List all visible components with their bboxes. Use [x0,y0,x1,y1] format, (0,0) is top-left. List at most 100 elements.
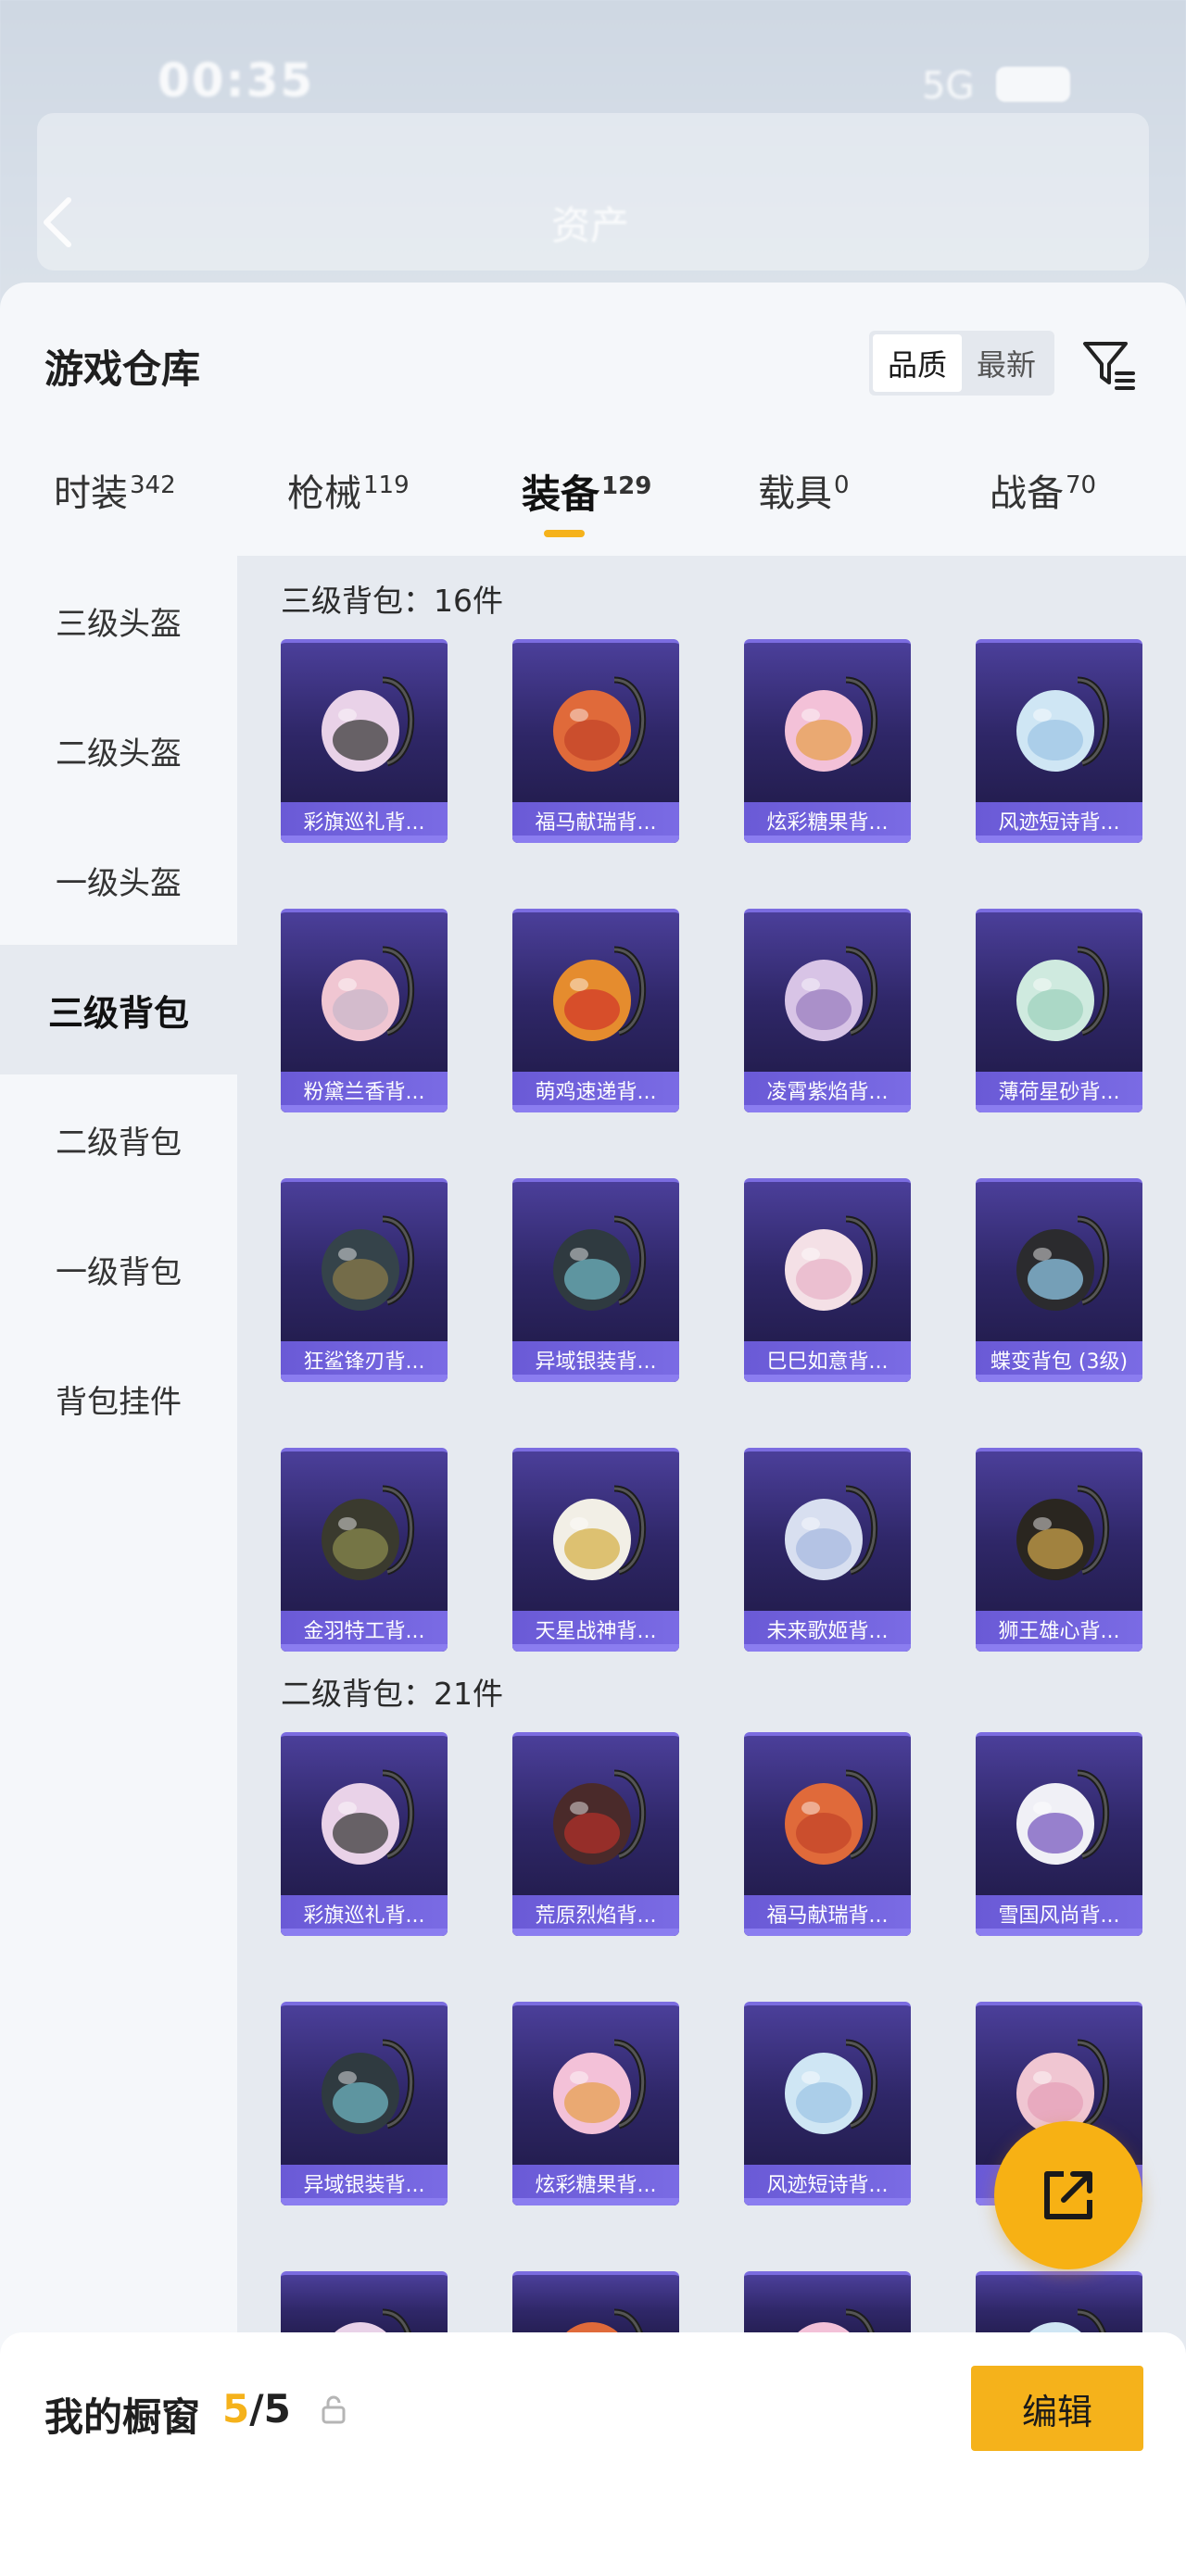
item-name: 金羽特工背... [281,1611,448,1648]
tab-count: 0 [834,471,850,499]
quality-bar [281,836,448,843]
item-name: 粉黛兰香背... [281,1072,448,1109]
sidebar-item-helmet-1[interactable]: 一级头盔 [0,815,237,945]
item-card[interactable]: 粉黛兰香背... [281,909,448,1112]
quality-bar [512,2198,679,2205]
item-name: 风迹短诗背... [744,2165,911,2202]
item-card[interactable]: 未来歌姬背... [744,1448,911,1652]
item-name: 风迹短诗背... [976,802,1142,839]
tab-vehicles[interactable]: 载具0 [758,463,850,547]
backpack-icon [976,1182,1142,1341]
tab-fashion[interactable]: 时装342 [54,463,176,547]
quality-bar [976,836,1142,843]
quality-bar [976,1105,1142,1112]
item-card[interactable]: 异域银装背... [281,2002,448,2205]
quality-bar [512,836,679,843]
item-card[interactable]: 天星战神背... [512,1448,679,1652]
share-button[interactable] [994,2121,1142,2269]
backpack-icon [512,643,679,802]
tab-guns[interactable]: 枪械119 [287,463,410,547]
item-card[interactable]: 狮王雄心背... [976,1448,1142,1652]
item-card[interactable]: 炫彩糖果背... [512,2002,679,2205]
item-card[interactable]: 蝶变背包 (3级) [976,1178,1142,1382]
showcase-bar: 我的橱窗 5/5 编辑 [0,2332,1186,2576]
item-name: 炫彩糖果背... [512,2165,679,2202]
backpack-icon [512,1736,679,1895]
showcase-count: 5/5 [222,2386,291,2431]
battery-icon [996,67,1070,102]
item-card[interactable]: 狂鲨锋刃背... [281,1178,448,1382]
item-name: 异域银装背... [512,1341,679,1378]
backpack-icon [744,1182,911,1341]
edit-button[interactable]: 编辑 [971,2366,1143,2451]
category-tabs: 时装342 枪械119 装备129 载具0 战备70 [0,463,1186,556]
quality-bar [281,1375,448,1382]
item-name: 薄荷星砂背... [976,1072,1142,1109]
item-name: 狂鲨锋刃背... [281,1341,448,1378]
item-card[interactable]: 彩旗巡礼背... [281,639,448,843]
backpack-icon [512,2005,679,2165]
quality-bar [744,836,911,843]
item-name: 福马献瑞背... [744,1895,911,1932]
backpack-icon [976,1736,1142,1895]
tab-supplies[interactable]: 战备70 [990,463,1096,547]
item-card[interactable]: 炫彩糖果背... [744,639,911,843]
item-card[interactable]: 风迹短诗背... [744,2002,911,2205]
tab-label: 枪械 [287,472,361,515]
backpack-icon [281,1451,448,1611]
sort-quality-button[interactable]: 品质 [873,334,962,392]
item-card[interactable]: 彩旗巡礼背... [281,1732,448,1936]
item-card[interactable]: 福马献瑞背... [512,639,679,843]
item-card[interactable]: 风迹短诗背... [976,639,1142,843]
item-name: 福马献瑞背... [512,802,679,839]
item-card[interactable]: 福马献瑞背... [744,1732,911,1936]
item-card[interactable]: 异域银装背... [512,1178,679,1382]
tab-label: 装备 [522,471,600,517]
quality-bar [512,1929,679,1936]
item-grid: 三级背包：16件 二级背包：21件 彩旗巡礼背... 福马献瑞背... 炫彩糖果背.… [237,556,1186,2576]
item-name: 彩旗巡礼背... [281,1895,448,1932]
back-button[interactable] [37,195,93,250]
quality-bar [976,1375,1142,1382]
section-title: 三级背包：16件 [281,583,503,619]
status-time: 00:35 [158,54,315,107]
quality-bar [744,1929,911,1936]
item-card[interactable]: 雪国风尚背... [976,1732,1142,1936]
item-card[interactable]: 薄荷星砂背... [976,909,1142,1112]
backpack-icon [976,912,1142,1072]
item-card[interactable]: 凌霄紫焰背... [744,909,911,1112]
item-name: 未来歌姬背... [744,1611,911,1648]
item-card[interactable]: 金羽特工背... [281,1448,448,1652]
backpack-icon [744,1451,911,1611]
sidebar-item-pendant[interactable]: 背包挂件 [0,1334,237,1464]
category-sidebar: 三级头盔 二级头盔 一级头盔 三级背包 二级背包 一级背包 背包挂件 [0,556,237,2576]
backpack-icon [512,1182,679,1341]
quality-bar [281,2198,448,2205]
quality-bar [281,1929,448,1936]
quality-bar [976,1929,1142,1936]
item-name: 巳巳如意背... [744,1341,911,1378]
tab-equipment[interactable]: 装备129 [522,463,651,547]
showcase-used-count: 5 [222,2386,250,2431]
sort-newest-button[interactable]: 最新 [962,334,1051,392]
quality-bar [744,1375,911,1382]
sidebar-item-backpack-2[interactable]: 二级背包 [0,1074,237,1204]
tab-active-indicator [544,530,585,537]
sidebar-item-backpack-1[interactable]: 一级背包 [0,1204,237,1334]
tab-count: 70 [1066,471,1097,499]
warehouse-sheet: 游戏仓库 品质 最新 时装342 枪械119 装备129 载具0 战备70 三级… [0,283,1186,2576]
sidebar-item-helmet-3[interactable]: 三级头盔 [0,556,237,685]
item-card[interactable]: 萌鸡速递背... [512,909,679,1112]
backpack-icon [744,912,911,1072]
filter-button[interactable] [1079,331,1139,396]
share-icon [1044,2171,1092,2219]
item-card[interactable]: 巳巳如意背... [744,1178,911,1382]
sidebar-item-backpack-3[interactable]: 三级背包 [0,945,237,1074]
backpack-icon [976,1451,1142,1611]
item-card[interactable]: 荒原烈焰背... [512,1732,679,1936]
sidebar-item-helmet-2[interactable]: 二级头盔 [0,685,237,815]
filter-icon [1083,342,1135,390]
warehouse-title: 游戏仓库 [44,346,201,392]
item-name: 蝶变背包 (3级) [976,1341,1142,1378]
item-name: 天星战神背... [512,1611,679,1648]
